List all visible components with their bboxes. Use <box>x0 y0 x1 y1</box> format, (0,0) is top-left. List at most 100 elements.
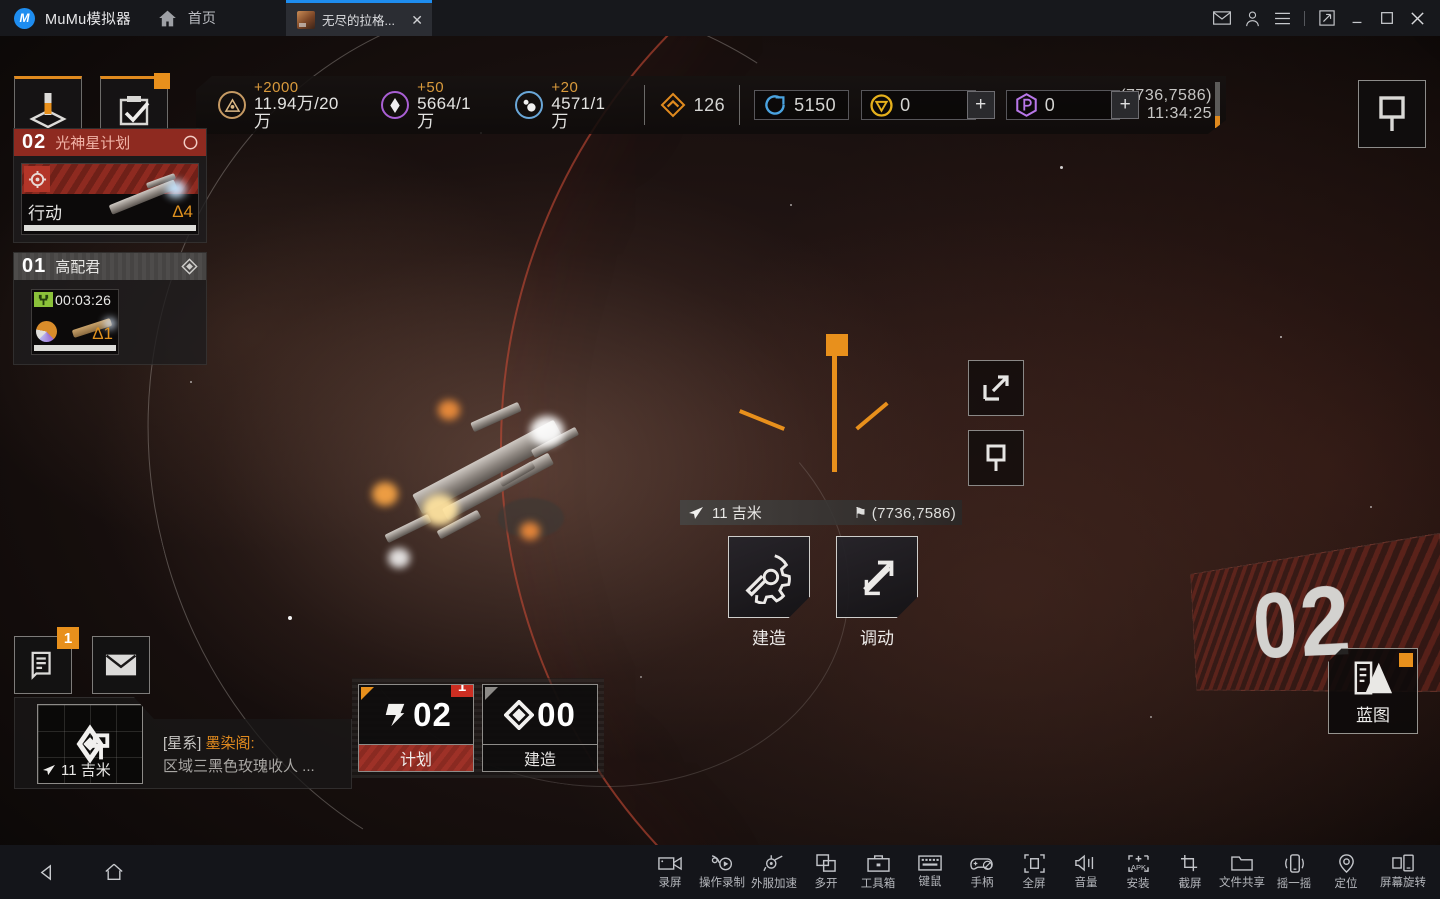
network-boost-icon <box>763 854 783 871</box>
diamond-outline-icon <box>181 258 198 275</box>
construction-crane-icon <box>34 292 53 307</box>
resource-deuterium[interactable]: +20 4571/1万 <box>515 79 615 130</box>
fleet-number: 02 <box>22 131 47 153</box>
tool-screen-record[interactable]: 录屏 <box>644 845 696 899</box>
build-tile[interactable]: 00 建造 <box>482 684 598 772</box>
menu-icon[interactable] <box>1267 3 1297 33</box>
gold-coin-value: 0 <box>900 94 911 115</box>
waypoint-marker-button[interactable] <box>1358 80 1426 148</box>
chip-energy[interactable]: 5150 <box>754 90 850 120</box>
fleet-panel-02[interactable]: 02 光神星计划 行动 Δ4 <box>13 128 207 243</box>
build-tile-number: 00 <box>537 695 576 733</box>
tool-toolbox[interactable]: 工具箱 <box>852 845 904 899</box>
screen-record-icon <box>658 856 682 870</box>
home-tab-label[interactable]: 首页 <box>188 8 216 28</box>
mail-icon[interactable] <box>1207 3 1237 33</box>
crystal-gain: +50 <box>417 78 445 96</box>
tool-screenshot[interactable]: 截屏 <box>1164 845 1216 899</box>
game-tab[interactable]: 无尽的拉格... ✕ <box>286 0 432 36</box>
tool-location[interactable]: 定位 <box>1320 845 1372 899</box>
fleet-composition-pie <box>36 321 57 342</box>
add-premium-button[interactable]: + <box>1111 91 1140 119</box>
divider <box>739 85 741 125</box>
fleet-number: 01 <box>22 255 47 277</box>
toolbar-items: 录屏 操作录制 外服加速 多开 工具箱 键鼠 手柄 全屏 音量 APK 安装 截… <box>644 845 1440 899</box>
tool-fullscreen[interactable]: 全屏 <box>1008 845 1060 899</box>
star <box>790 204 792 206</box>
engine-glow <box>530 416 564 446</box>
home-icon[interactable] <box>157 7 179 29</box>
deuterium-icon <box>515 91 544 119</box>
add-gold-button[interactable]: + <box>966 91 995 119</box>
fleet-panel-01[interactable]: 01 高配君 00:03:26 Δ1 <box>13 252 207 365</box>
ship-escort <box>470 401 522 433</box>
fleet-ship-cluster[interactable] <box>372 398 608 583</box>
plan-slash-icon <box>385 703 405 726</box>
tool-keyboard[interactable]: 键鼠 <box>904 845 956 899</box>
maximize-icon[interactable] <box>1372 3 1402 33</box>
top-resource-hud: +2000 11.94万/20万 +50 5664/1万 +20 4571/1万… <box>196 76 1226 134</box>
chat-panel[interactable]: 11 吉米 [星系] 墨染阁: 区域三黑色玫瑰收人 ... <box>14 697 352 789</box>
system-map-thumbnail[interactable]: 11 吉米 <box>37 704 143 784</box>
rotate-screen-icon <box>1392 854 1414 872</box>
chat-sender: 墨染阁: <box>205 735 255 752</box>
mobilize-action-button[interactable]: 调动 <box>836 536 918 649</box>
tool-label: 键鼠 <box>918 876 942 888</box>
energy-icon <box>765 95 785 115</box>
emulator-toolbar: 录屏 操作录制 外服加速 多开 工具箱 键鼠 手柄 全屏 音量 APK 安装 截… <box>0 845 1440 899</box>
tool-folder-share[interactable]: 文件共享 <box>1216 845 1268 899</box>
build-action-button[interactable]: 建造 <box>728 536 810 649</box>
waypoint-flag-head[interactable] <box>826 334 848 356</box>
tool-apk-install[interactable]: APK 安装 <box>1112 845 1164 899</box>
fleet-card[interactable]: 行动 Δ4 <box>21 163 199 235</box>
resource-metal[interactable]: +2000 11.94万/20万 <box>218 78 347 130</box>
tool-label: 外服加速 <box>751 877 797 890</box>
close-icon[interactable]: ✕ <box>411 13 423 27</box>
game-viewport[interactable]: 02 +2000 11.94万/20万 +50 5664/1万 +20 4571… <box>0 36 1440 845</box>
screenshot-icon <box>1180 854 1197 871</box>
flag-marker-icon: ⚑ <box>853 504 868 522</box>
toolbox-icon <box>866 854 890 872</box>
chip-gold-coin[interactable]: 0 + <box>861 90 995 120</box>
emulator-titlebar: MuMu模拟器 首页 无尽的拉格... ✕ <box>0 0 1440 36</box>
tool-label: 音量 <box>1074 877 1098 889</box>
tool-macro-record[interactable]: 操作录制 <box>696 845 748 899</box>
tool-label: 多开 <box>814 877 838 890</box>
expand-view-button[interactable] <box>968 360 1024 416</box>
command-points-value: 126 <box>693 94 726 115</box>
fullscreen-icon <box>1023 853 1045 873</box>
minimize-icon[interactable] <box>1342 3 1372 33</box>
fleet-name: 光神星计划 <box>55 135 131 152</box>
back-icon[interactable] <box>24 845 68 899</box>
mumu-logo-icon <box>14 7 35 29</box>
thruster-glow <box>438 400 460 420</box>
close-window-icon[interactable] <box>1402 3 1432 33</box>
tool-rotate-screen[interactable]: 屏幕旋转 <box>1372 845 1434 899</box>
star <box>640 676 642 678</box>
status-badge <box>154 73 170 89</box>
bottom-hud: 11 吉米 [星系] 墨染阁: 区域三黑色玫瑰收人 ... 1 02 计划 00… <box>0 678 1440 791</box>
tool-gamepad[interactable]: 手柄 <box>956 845 1008 899</box>
tool-network-boost[interactable]: 外服加速 <box>748 845 800 899</box>
star <box>1280 336 1282 338</box>
keyboard-icon <box>918 855 942 871</box>
home-nav-icon[interactable] <box>92 845 136 899</box>
restore-icon[interactable] <box>1312 3 1342 33</box>
fleet-card[interactable]: 00:03:26 Δ1 <box>31 289 119 355</box>
account-icon[interactable] <box>1237 3 1267 33</box>
chip-command-points[interactable]: 126 <box>659 91 726 119</box>
star <box>288 616 292 620</box>
resource-crystal[interactable]: +50 5664/1万 <box>381 78 481 130</box>
navigate-arrow-icon <box>42 764 56 776</box>
chip-premium-currency[interactable]: 0 + <box>1005 90 1140 120</box>
hud-edge-tick <box>1215 82 1220 128</box>
thruster-glow <box>520 522 540 540</box>
metal-icon <box>218 91 246 119</box>
set-waypoint-button[interactable] <box>968 430 1024 486</box>
build-tile-label: 建造 <box>483 744 597 771</box>
tool-multi-instance[interactable]: 多开 <box>800 845 852 899</box>
plan-tile[interactable]: 1 02 计划 <box>358 684 474 772</box>
tool-volume[interactable]: 音量 <box>1060 845 1112 899</box>
tool-shake[interactable]: 摇一摇 <box>1268 845 1320 899</box>
metal-gain: +2000 <box>254 78 299 96</box>
